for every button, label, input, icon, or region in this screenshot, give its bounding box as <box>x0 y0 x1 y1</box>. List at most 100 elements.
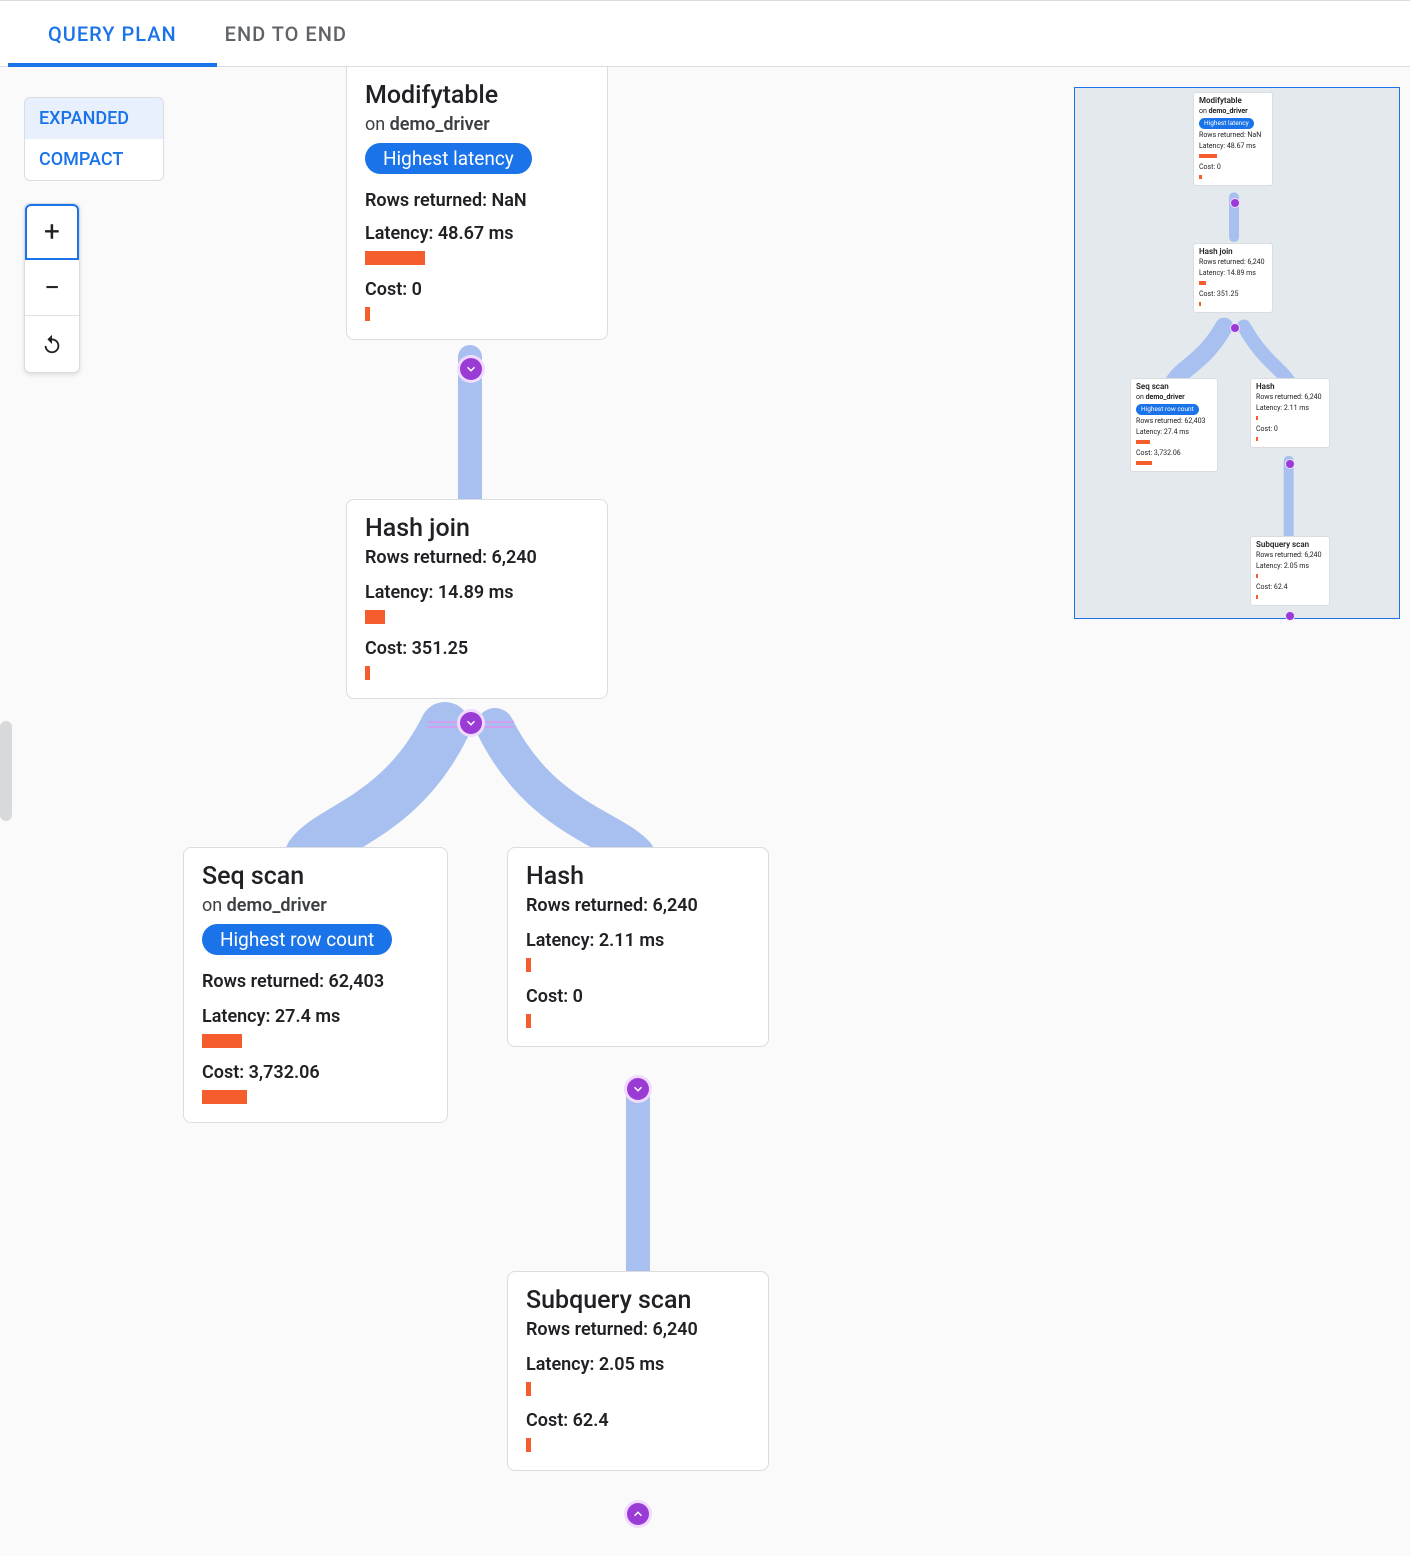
node-subtitle: on demo_driver <box>202 895 429 916</box>
latency-label: Latency: 48.67 ms <box>365 223 589 244</box>
mini-table: demo_driver <box>1209 107 1248 115</box>
latency-label: Latency: 27.4 ms <box>202 1006 429 1027</box>
mini-rows: Rows returned: NaN <box>1199 131 1267 140</box>
chevron-collapse-icon[interactable] <box>460 712 482 734</box>
cost-bar-row <box>202 1089 429 1108</box>
node-title: Hash <box>526 862 750 891</box>
node-hashjoin[interactable]: Hash join Rows returned: 6,240 Latency: … <box>346 499 608 699</box>
node-title: Subquery scan <box>526 1286 750 1315</box>
latency-bar <box>365 251 425 265</box>
mini-on: on <box>1199 107 1209 115</box>
latency-bar <box>526 958 531 972</box>
mini-lat: Latency: 2.11 ms <box>1256 404 1324 413</box>
mini-lat: Latency: 2.05 ms <box>1256 562 1324 571</box>
node-seqscan[interactable]: Seq scan on demo_driver Highest row coun… <box>183 847 448 1123</box>
chevron-accent <box>428 726 458 728</box>
mini-rows: Rows returned: 6,240 <box>1256 551 1324 560</box>
mini-cost-bar <box>1256 437 1258 441</box>
mini-cost: Cost: 0 <box>1199 163 1267 172</box>
mini-lat: Latency: 27.4 ms <box>1136 428 1212 437</box>
mini-chevron-icon <box>1286 460 1294 468</box>
rows-label: Rows returned: 62,403 <box>202 971 429 992</box>
mini-lat-bar <box>1199 281 1206 285</box>
latency-label: Latency: 14.89 ms <box>365 582 589 603</box>
mini-rows: Rows returned: 6,240 <box>1199 258 1267 267</box>
latency-bar-row <box>365 609 589 628</box>
cost-bar-row <box>365 306 589 325</box>
mini-node-hash: Hash Rows returned: 6,240 Latency: 2.11 … <box>1250 378 1330 448</box>
mini-chevron-icon <box>1231 199 1239 207</box>
mini-node-seqscan: Seq scan on demo_driver Highest row coun… <box>1130 378 1218 472</box>
mini-rows: Rows returned: 6,240 <box>1256 393 1324 402</box>
mini-cost-bar <box>1199 175 1202 179</box>
mini-node-modifytable: Modifytable on demo_driver Highest laten… <box>1193 92 1273 186</box>
mini-title: Hash <box>1256 382 1324 393</box>
mini-badge: Highest latency <box>1199 118 1254 129</box>
on-prefix: on <box>202 895 227 916</box>
mini-cost: Cost: 0 <box>1256 425 1324 434</box>
mini-cost: Cost: 3,732.06 <box>1136 449 1212 458</box>
app-container: QUERY PLAN END TO END EXPANDED COMPACT +… <box>0 0 1410 1556</box>
cost-label: Cost: 0 <box>526 986 750 1007</box>
mini-lat: Latency: 48.67 ms <box>1199 142 1267 151</box>
node-title: Modifytable <box>365 81 589 110</box>
mini-lat-bar <box>1256 416 1258 420</box>
mini-chevron-icon <box>1231 324 1239 332</box>
cost-bar-row <box>365 665 589 684</box>
chevron-collapse-icon[interactable] <box>627 1078 649 1100</box>
mini-node-hashjoin: Hash join Rows returned: 6,240 Latency: … <box>1193 243 1273 313</box>
mini-cost: Cost: 351.25 <box>1199 290 1267 299</box>
cost-bar <box>526 1014 531 1028</box>
chevron-expand-icon[interactable] <box>627 1503 649 1525</box>
latency-bar-row <box>202 1033 429 1052</box>
latency-bar <box>526 1382 531 1396</box>
tabs-bar: QUERY PLAN END TO END <box>0 1 1410 67</box>
latency-label: Latency: 2.11 ms <box>526 930 750 951</box>
tab-query-plan[interactable]: QUERY PLAN <box>48 1 177 66</box>
node-hash[interactable]: Hash Rows returned: 6,240 Latency: 2.11 … <box>507 847 769 1047</box>
on-prefix: on <box>365 114 390 135</box>
mini-lat-bar <box>1256 574 1258 578</box>
rows-label: Rows returned: 6,240 <box>526 895 750 916</box>
node-table: demo_driver <box>227 895 327 916</box>
node-subquery[interactable]: Subquery scan Rows returned: 6,240 Laten… <box>507 1271 769 1471</box>
mini-lat-bar <box>1199 154 1217 158</box>
cost-label: Cost: 351.25 <box>365 638 589 659</box>
mini-title: Seq scan <box>1136 382 1212 393</box>
tab-end-to-end[interactable]: END TO END <box>225 1 347 66</box>
cost-label: Cost: 62.4 <box>526 1410 750 1431</box>
mini-node-subquery: Subquery scan Rows returned: 6,240 Laten… <box>1250 536 1330 606</box>
chevron-collapse-icon[interactable] <box>460 358 482 380</box>
cost-label: Cost: 0 <box>365 279 589 300</box>
latency-bar <box>365 610 385 624</box>
cost-bar <box>365 666 370 680</box>
mini-cost-bar <box>1136 461 1152 465</box>
latency-label: Latency: 2.05 ms <box>526 1354 750 1375</box>
mini-on: on <box>1136 393 1146 401</box>
mini-badge: Highest row count <box>1136 404 1199 415</box>
cost-bar-row <box>526 1437 750 1456</box>
rows-label: Rows returned: 6,240 <box>365 547 589 568</box>
node-title: Hash join <box>365 514 589 543</box>
mini-cost-bar <box>1256 595 1258 599</box>
latency-bar-row <box>365 250 589 269</box>
mini-cost-bar <box>1199 302 1201 306</box>
mini-lat-bar <box>1136 440 1150 444</box>
mini-rows: Rows returned: 62,403 <box>1136 417 1212 426</box>
node-title: Seq scan <box>202 862 429 891</box>
cost-bar-row <box>526 1013 750 1032</box>
mini-title: Subquery scan <box>1256 540 1324 551</box>
mini-title: Hash join <box>1199 247 1267 258</box>
cost-label: Cost: 3,732.06 <box>202 1062 429 1083</box>
node-subtitle: on demo_driver <box>365 114 589 135</box>
mini-title: Modifytable <box>1199 96 1267 107</box>
node-modifytable[interactable]: Modifytable on demo_driver Highest laten… <box>346 67 608 340</box>
mini-cost: Cost: 62.4 <box>1256 583 1324 592</box>
mini-table: demo_driver <box>1146 393 1185 401</box>
mini-lat: Latency: 14.89 ms <box>1199 269 1267 278</box>
badge-highest-latency: Highest latency <box>365 143 532 174</box>
rows-label: Rows returned: 6,240 <box>526 1319 750 1340</box>
latency-bar <box>202 1034 242 1048</box>
minimap[interactable]: Modifytable on demo_driver Highest laten… <box>1074 87 1400 619</box>
cost-bar <box>365 307 370 321</box>
